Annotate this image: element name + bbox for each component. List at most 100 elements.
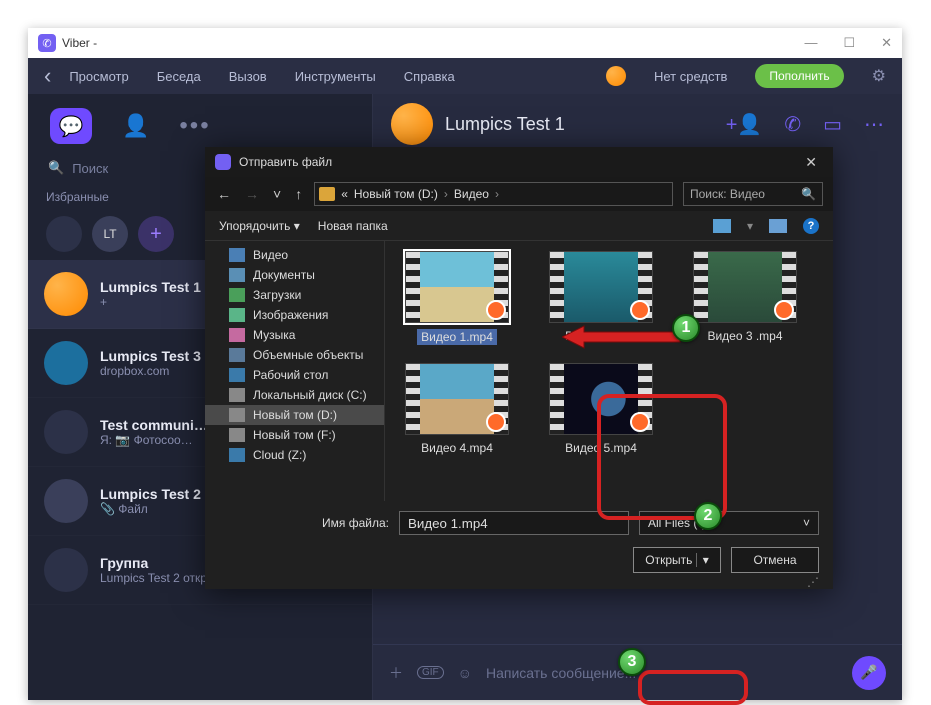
topup-button[interactable]: Пополнить (755, 64, 843, 88)
menu-tools[interactable]: Инструменты (295, 69, 376, 84)
tree-item-label: Cloud (Z:) (253, 448, 306, 462)
tree-item[interactable]: Музыка (205, 325, 384, 345)
file-name: Видео 5.mp4 (565, 441, 637, 455)
file-thumbnail (549, 363, 653, 435)
favorite-avatar[interactable]: LT (92, 216, 128, 252)
voice-message-button[interactable]: 🎤 (852, 656, 886, 690)
tree-item[interactable]: Объемные объекты (205, 345, 384, 365)
tree-item[interactable]: Новый том (F:) (205, 425, 384, 445)
file-thumbnail (405, 251, 509, 323)
view-mode-button[interactable] (713, 219, 731, 233)
avatar (44, 272, 88, 316)
tree-item[interactable]: Документы (205, 265, 384, 285)
chat-avatar (391, 103, 433, 145)
emoji-icon[interactable]: ☺ (458, 665, 472, 681)
filename-label: Имя файла: (219, 516, 389, 530)
menu-help[interactable]: Справка (404, 69, 455, 84)
resize-grip-icon[interactable]: ⋰ (219, 575, 819, 589)
gif-icon[interactable]: GIF (417, 666, 444, 679)
filename-input[interactable] (399, 511, 629, 535)
nav-forward-button[interactable]: → (243, 184, 261, 204)
tree-item-label: Новый том (D:) (253, 408, 337, 422)
file-item[interactable]: Видео 5.mp4 (543, 363, 659, 455)
menu-chat[interactable]: Беседа (157, 69, 201, 84)
folder-type-icon (229, 268, 245, 282)
favorite-avatar[interactable] (46, 216, 82, 252)
tree-item[interactable]: Локальный диск (C:) (205, 385, 384, 405)
window-titlebar: ✆ Viber - — ☐ ✕ (28, 28, 902, 58)
folder-type-icon (229, 308, 245, 322)
file-item[interactable]: Видео 4.mp4 (399, 363, 515, 455)
avatar (44, 548, 88, 592)
add-favorite-button[interactable]: + (138, 216, 174, 252)
player-badge-icon (486, 300, 506, 320)
breadcrumb-folder[interactable]: Видео (454, 187, 489, 201)
tree-item-label: Музыка (253, 328, 295, 342)
dialog-search-input[interactable]: Поиск: Видео 🔍 (683, 182, 823, 206)
nav-recent-button[interactable]: ˅ (271, 184, 283, 204)
player-badge-icon (630, 300, 650, 320)
cancel-button[interactable]: Отмена (731, 547, 819, 573)
file-thumbnail (549, 251, 653, 323)
annotation-callout-1: 1 (672, 314, 700, 342)
tree-item-label: Новый том (F:) (253, 428, 336, 442)
file-item[interactable]: Видео 1.mp4 (399, 251, 515, 345)
file-item[interactable]: Видео 3 .mp4 (687, 251, 803, 345)
new-folder-button[interactable]: Новая папка (318, 219, 388, 233)
breadcrumb-drive[interactable]: Новый том (D:) (354, 187, 438, 201)
tree-item[interactable]: Новый том (D:) (205, 405, 384, 425)
add-attachment-icon[interactable]: ＋ (389, 663, 403, 683)
voice-call-icon[interactable]: ✆ (784, 112, 801, 137)
folder-type-icon (229, 388, 245, 402)
chevron-down-icon: ▾ (696, 553, 709, 567)
contacts-tab-icon[interactable]: 👤 (122, 113, 149, 139)
file-grid: Видео 1.mp4Видео 2.mp4Видео 3 .mp4Видео … (385, 241, 833, 501)
chevron-down-icon: ˅ (803, 516, 810, 530)
nav-back-button[interactable]: ← (215, 184, 233, 204)
menubar: ‹ Просмотр Беседа Вызов Инструменты Спра… (28, 58, 902, 94)
folder-type-icon (229, 408, 245, 422)
viber-logo-icon (215, 154, 231, 170)
search-input[interactable]: Поиск (72, 161, 108, 176)
help-button[interactable]: ? (803, 218, 819, 234)
tree-item-label: Рабочий стол (253, 368, 328, 382)
file-name: Видео 1.mp4 (417, 329, 497, 345)
nav-up-button[interactable]: ↑ (293, 184, 304, 204)
open-button[interactable]: Открыть ▾ (633, 547, 721, 573)
menu-view[interactable]: Просмотр (69, 69, 128, 84)
menu-call[interactable]: Вызов (229, 69, 267, 84)
video-call-icon[interactable]: ▭ (823, 112, 842, 137)
minimize-button[interactable]: — (804, 35, 817, 51)
breadcrumb-bar[interactable]: « Новый том (D:) › Видео › (314, 182, 673, 206)
settings-icon[interactable]: ⚙ (872, 66, 886, 86)
close-window-button[interactable]: ✕ (881, 35, 892, 51)
avatar (44, 341, 88, 385)
file-filter-select[interactable]: All Files (*)˅ (639, 511, 819, 535)
folder-type-icon (229, 448, 245, 462)
tree-item-label: Локальный диск (C:) (253, 388, 367, 402)
search-icon: 🔍 (801, 187, 816, 201)
balance-icon (606, 66, 626, 86)
dialog-close-button[interactable]: ✕ (799, 154, 823, 171)
tree-item[interactable]: Загрузки (205, 285, 384, 305)
composer-input[interactable]: Написать сообщение... (486, 665, 838, 681)
chevron-down-icon[interactable]: ▾ (747, 219, 753, 233)
organize-menu[interactable]: Упорядочить ▾ (219, 219, 300, 233)
player-badge-icon (486, 412, 506, 432)
nav-back-icon[interactable]: ‹ (44, 63, 51, 89)
chat-more-icon[interactable]: ⋯ (864, 112, 884, 137)
dialog-titlebar: Отправить файл ✕ (205, 147, 833, 177)
tree-item[interactable]: Рабочий стол (205, 365, 384, 385)
add-contact-icon[interactable]: +👤 (726, 112, 763, 137)
dialog-navbar: ← → ˅ ↑ « Новый том (D:) › Видео › Поиск… (205, 177, 833, 211)
more-tab-icon[interactable]: ••• (179, 112, 210, 140)
tree-item[interactable]: Видео (205, 245, 384, 265)
tree-item[interactable]: Cloud (Z:) (205, 445, 384, 465)
tree-item[interactable]: Изображения (205, 305, 384, 325)
chats-tab-icon[interactable]: 💬 (50, 108, 92, 144)
folder-type-icon (229, 248, 245, 262)
breadcrumb-root: « (341, 187, 348, 201)
preview-pane-button[interactable] (769, 219, 787, 233)
maximize-button[interactable]: ☐ (843, 35, 855, 51)
annotation-callout-3: 3 (618, 648, 646, 676)
